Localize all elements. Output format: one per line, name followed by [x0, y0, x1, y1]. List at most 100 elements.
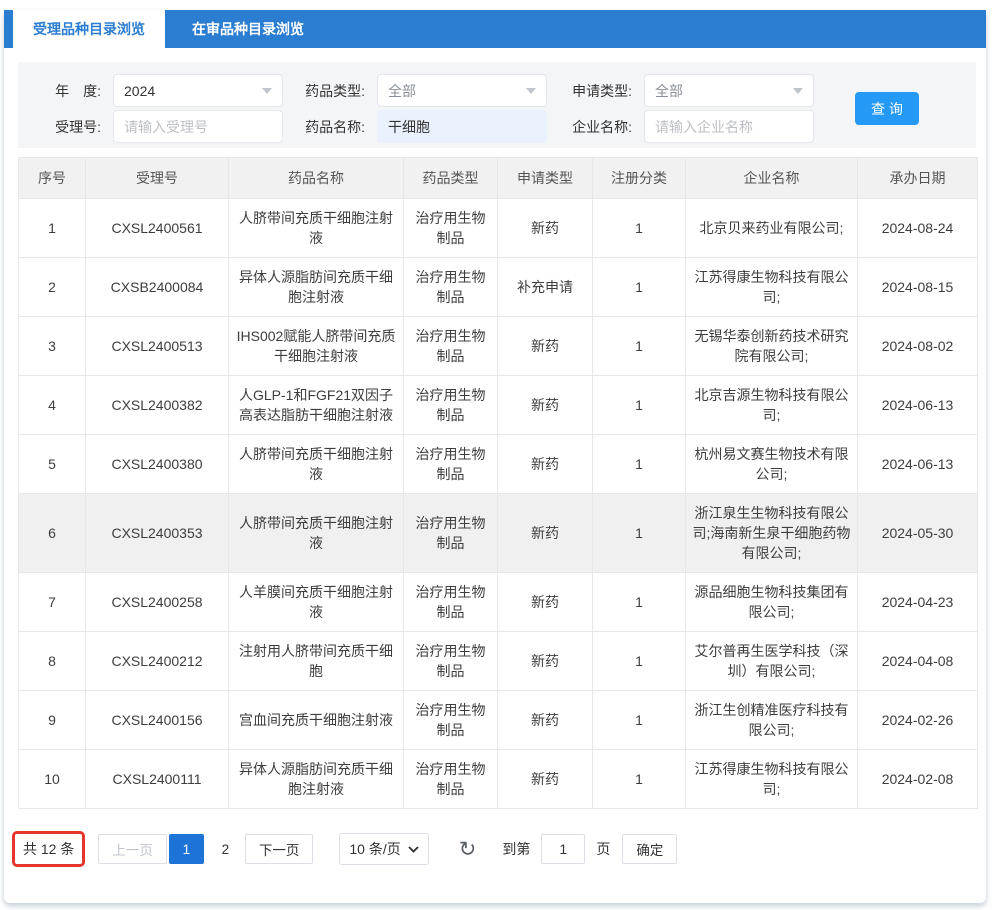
accept-no-input[interactable] [113, 110, 283, 143]
table-cell: 3 [19, 317, 86, 376]
table-body: 1CXSL2400561人脐带间充质干细胞注射液治疗用生物制品新药1北京贝来药业… [19, 199, 978, 809]
table-cell: CXSL2400513 [86, 317, 229, 376]
page-number-button[interactable]: 1 [169, 834, 204, 864]
main-panel: 受理品种目录浏览 在审品种目录浏览 年 度: 2024 药品类型: 全部 申请类… [4, 10, 986, 903]
table-cell: 治疗用生物制品 [404, 750, 498, 809]
table-cell: 治疗用生物制品 [404, 691, 498, 750]
table-cell: CXSL2400258 [86, 573, 229, 632]
table-cell: 新药 [498, 573, 593, 632]
table-cell: 治疗用生物制品 [404, 573, 498, 632]
table-cell: 人GLP-1和FGF21双因子高表达脂肪干细胞注射液 [229, 376, 404, 435]
table-cell: 1 [593, 376, 686, 435]
table-cell: 人脐带间充质干细胞注射液 [229, 494, 404, 573]
table-cell: 治疗用生物制品 [404, 258, 498, 317]
drug-name-label: 药品名称: [287, 117, 377, 137]
total-count: 共 12 条 [23, 841, 74, 857]
company-input[interactable] [644, 110, 814, 143]
table-cell: 2024-02-26 [858, 691, 978, 750]
column-header: 序号 [19, 158, 86, 199]
table-cell: 杭州易文赛生物技术有限公司; [686, 435, 858, 494]
table-cell: 1 [593, 317, 686, 376]
tab-accepted-catalog[interactable]: 受理品种目录浏览 [13, 10, 165, 48]
table-row[interactable]: 7CXSL2400258人羊膜间充质干细胞注射液治疗用生物制品新药1源品细胞生物… [19, 573, 978, 632]
page-numbers: 12 [167, 834, 245, 864]
tab-bar: 受理品种目录浏览 在审品种目录浏览 [4, 10, 986, 48]
table-cell: 2024-08-24 [858, 199, 978, 258]
column-header: 承办日期 [858, 158, 978, 199]
table-cell: 浙江泉生生物科技有限公司;海南新生泉干细胞药物有限公司; [686, 494, 858, 573]
table-row[interactable]: 6CXSL2400353人脐带间充质干细胞注射液治疗用生物制品新药1浙江泉生生物… [19, 494, 978, 573]
table-cell: 异体人源脂肪间充质干细胞注射液 [229, 750, 404, 809]
column-header: 药品名称 [229, 158, 404, 199]
table-cell: 新药 [498, 199, 593, 258]
table-cell: 新药 [498, 317, 593, 376]
table-cell: 4 [19, 376, 86, 435]
page-size-select[interactable]: 10 条/页 [339, 833, 428, 865]
prev-page-button[interactable]: 上一页 [98, 834, 167, 864]
accept-no-label: 受理号: [18, 117, 113, 137]
table-cell: 新药 [498, 376, 593, 435]
drug-type-label: 药品类型: [287, 81, 377, 101]
table-cell: 注射用人脐带间充质干细胞 [229, 632, 404, 691]
table-cell: CXSL2400380 [86, 435, 229, 494]
table-cell: 8 [19, 632, 86, 691]
table-row[interactable]: 4CXSL2400382人GLP-1和FGF21双因子高表达脂肪干细胞注射液治疗… [19, 376, 978, 435]
table-cell: 新药 [498, 750, 593, 809]
column-header: 申请类型 [498, 158, 593, 199]
tab-under-review-catalog[interactable]: 在审品种目录浏览 [165, 10, 331, 48]
refresh-icon[interactable]: ↻ [459, 839, 477, 860]
drug-type-select-value: 全部 [388, 81, 416, 101]
table-cell: 1 [593, 750, 686, 809]
table-cell: 1 [593, 691, 686, 750]
table-row[interactable]: 5CXSL2400380人脐带间充质干细胞注射液治疗用生物制品新药1杭州易文赛生… [19, 435, 978, 494]
table-row[interactable]: 9CXSL2400156宫血间充质干细胞注射液治疗用生物制品新药1浙江生创精准医… [19, 691, 978, 750]
table-cell: 宫血间充质干细胞注射液 [229, 691, 404, 750]
table-cell: 治疗用生物制品 [404, 494, 498, 573]
table-row[interactable]: 3CXSL2400513IHS002赋能人脐带间充质干细胞注射液治疗用生物制品新… [19, 317, 978, 376]
filter-panel: 年 度: 2024 药品类型: 全部 申请类型: 全部 查 询 受理号: 药品名… [18, 62, 976, 148]
table-cell: 治疗用生物制品 [404, 199, 498, 258]
table-row[interactable]: 8CXSL2400212注射用人脐带间充质干细胞治疗用生物制品新药1艾尔普再生医… [19, 632, 978, 691]
table-cell: CXSB2400084 [86, 258, 229, 317]
table-cell: 治疗用生物制品 [404, 435, 498, 494]
table-cell: 1 [593, 258, 686, 317]
page-number-button[interactable]: 2 [208, 834, 243, 864]
year-label: 年 度: [18, 81, 113, 101]
table-row[interactable]: 10CXSL2400111异体人源脂肪间充质干细胞注射液治疗用生物制品新药1江苏… [19, 750, 978, 809]
table-cell: 新药 [498, 632, 593, 691]
drug-name-input[interactable] [377, 110, 547, 143]
apply-type-select[interactable]: 全部 [644, 74, 814, 107]
table-cell: 1 [593, 494, 686, 573]
table-cell: 5 [19, 435, 86, 494]
table-cell: 新药 [498, 494, 593, 573]
year-select[interactable]: 2024 [113, 74, 283, 107]
table-cell: 2024-08-02 [858, 317, 978, 376]
table-cell: 2024-05-30 [858, 494, 978, 573]
table-cell: 9 [19, 691, 86, 750]
table-cell: 无锡华泰创新药技术研究院有限公司; [686, 317, 858, 376]
year-select-value: 2024 [124, 83, 155, 99]
table-cell: IHS002赋能人脐带间充质干细胞注射液 [229, 317, 404, 376]
goto-page-suffix-label: 页 [596, 839, 610, 859]
search-button[interactable]: 查 询 [855, 92, 919, 125]
table-row[interactable]: 2CXSB2400084异体人源脂肪间充质干细胞注射液治疗用生物制品补充申请1江… [19, 258, 978, 317]
table-cell: CXSL2400111 [86, 750, 229, 809]
caret-down-icon [262, 88, 272, 94]
table-cell: 1 [593, 573, 686, 632]
confirm-button[interactable]: 确定 [622, 834, 677, 864]
table-cell: 新药 [498, 435, 593, 494]
caret-down-icon [793, 88, 803, 94]
table-cell: CXSL2400353 [86, 494, 229, 573]
table-cell: 2 [19, 258, 86, 317]
table-cell: 1 [593, 435, 686, 494]
table-cell: 1 [593, 632, 686, 691]
table-row[interactable]: 1CXSL2400561人脐带间充质干细胞注射液治疗用生物制品新药1北京贝来药业… [19, 199, 978, 258]
drug-type-select[interactable]: 全部 [377, 74, 547, 107]
apply-type-select-value: 全部 [655, 81, 683, 101]
table-cell: 源品细胞生物科技集团有限公司; [686, 573, 858, 632]
next-page-button[interactable]: 下一页 [245, 834, 314, 864]
table-cell: 北京贝来药业有限公司; [686, 199, 858, 258]
goto-page-input[interactable] [541, 834, 585, 864]
table-cell: 10 [19, 750, 86, 809]
table-cell: 江苏得康生物科技有限公司; [686, 258, 858, 317]
